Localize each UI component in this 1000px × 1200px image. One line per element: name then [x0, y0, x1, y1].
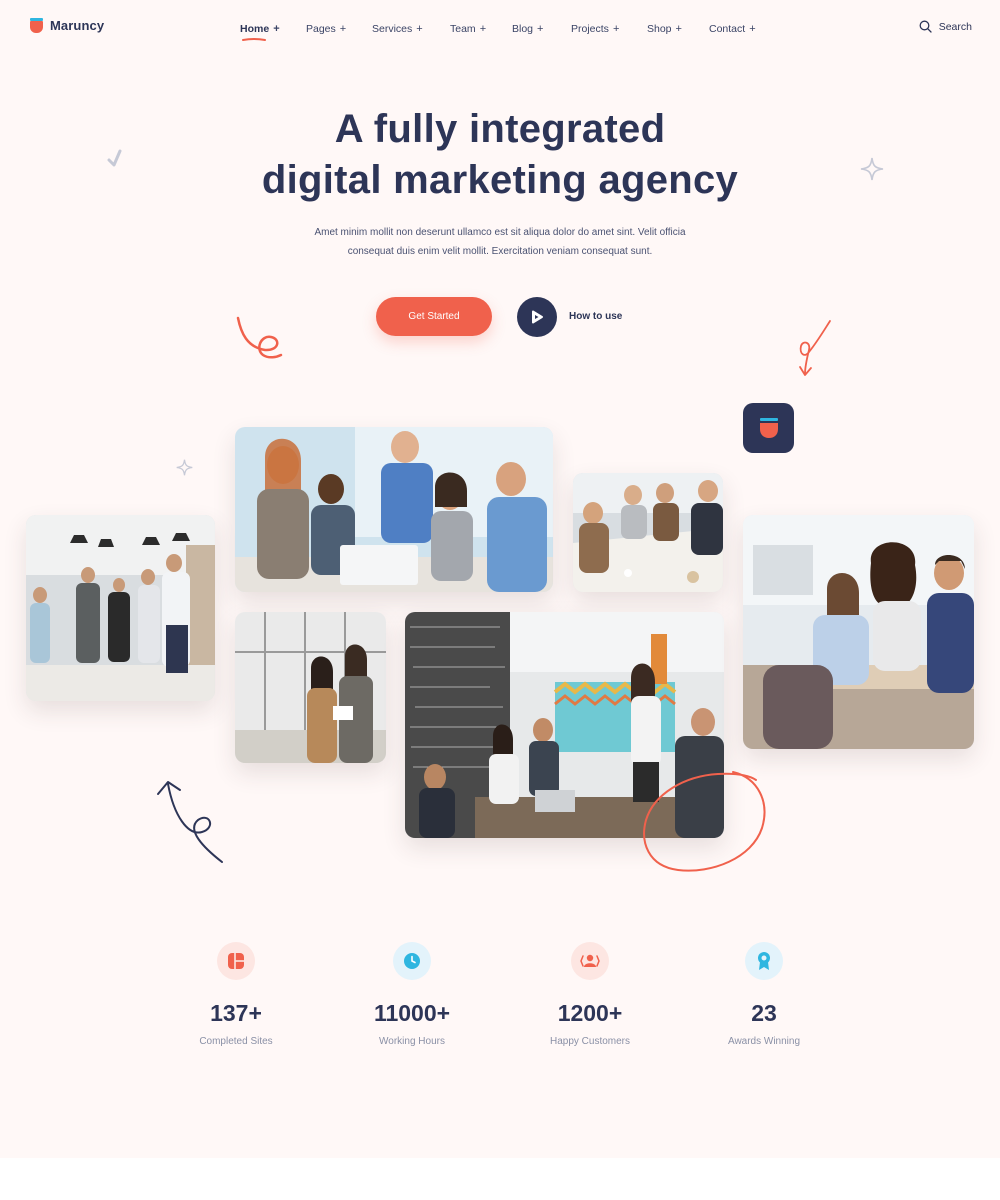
search-label: Search [938, 20, 972, 33]
nav-label: Projects [571, 23, 609, 35]
stat-label: Working Hours [379, 1036, 445, 1047]
nav-item-home[interactable]: Home + [240, 22, 280, 41]
colleagues-photo [235, 612, 386, 763]
nav-label: Services [372, 23, 413, 35]
team-discussion-image [235, 427, 553, 592]
logo-cup-icon [759, 418, 778, 438]
stat-label: Awards Winning [727, 1036, 801, 1047]
team-planning-image [743, 515, 974, 749]
team-meeting-photo [26, 515, 215, 701]
office-applause-image [26, 515, 215, 701]
swirl-doodle-icon [236, 316, 283, 359]
stat-working-hours: 11000+ Working Hours [332, 942, 492, 1047]
nav-item-shop[interactable]: Shop + [647, 22, 682, 36]
arrow-up-doodle-icon [157, 781, 223, 863]
hero-subtitle-line-1: Amet minim mollit non deserunt ullamco e… [314, 227, 686, 238]
arrow-loop-doodle-icon [799, 320, 831, 376]
plus-icon: + [416, 23, 423, 35]
stat-value: 137+ [210, 1000, 262, 1026]
highlight-circle-doodle-icon [643, 771, 766, 872]
plus-icon: + [749, 23, 756, 35]
hero-title-line-2: digital marketing agency [261, 158, 739, 202]
get-started-button[interactable]: Get Started [376, 297, 492, 336]
plus-icon: + [339, 23, 347, 35]
brand-name: Maruncy [50, 18, 105, 33]
stat-value: 1200+ [557, 1000, 623, 1026]
nav-label: Blog [512, 23, 534, 35]
stat-completed-sites: 137+ Completed Sites [156, 942, 316, 1047]
search-icon [919, 20, 932, 33]
hero-title: A fully integrated digital marketing age… [0, 104, 1000, 206]
stat-label: Completed Sites [199, 1036, 273, 1047]
business-meeting-image [573, 473, 723, 592]
clock-icon [393, 942, 431, 980]
nav-label: Pages [306, 23, 336, 35]
meeting-table-photo [573, 473, 723, 592]
how-to-use-link[interactable]: How to use [569, 311, 622, 322]
grid-icon [217, 942, 255, 980]
nav-item-projects[interactable]: Projects + [571, 22, 619, 36]
team-laptop-photo [235, 427, 553, 592]
stat-label: Happy Customers [549, 1036, 631, 1047]
plus-icon: + [537, 23, 544, 35]
plus-icon: + [479, 23, 487, 35]
brand-logo[interactable]: Maruncy [30, 18, 104, 33]
nav-item-contact[interactable]: Contact + [709, 22, 756, 36]
nav-label: Home [240, 23, 270, 35]
nav-label: Contact [709, 23, 746, 35]
nav-item-blog[interactable]: Blog + [512, 22, 543, 36]
colleagues-reviewing-image [235, 612, 386, 763]
stat-value: 11000+ [373, 1000, 451, 1026]
app-badge [743, 403, 794, 453]
plus-icon: + [675, 23, 682, 35]
plus-icon: + [612, 23, 620, 35]
award-icon [745, 942, 783, 980]
hero-title-line-1: A fully integrated [334, 107, 666, 151]
play-icon [532, 310, 543, 324]
nav-item-team[interactable]: Team + [450, 22, 486, 36]
plus-icon: + [273, 23, 280, 35]
logo-cup-icon [30, 18, 43, 33]
stat-happy-customers: 1200+ Happy Customers [510, 942, 670, 1047]
nav-item-services[interactable]: Services + [372, 22, 423, 36]
hero-subtitle: Amet minim mollit non deserunt ullamco e… [285, 223, 715, 261]
nav-label: Team [450, 23, 476, 35]
play-video-button[interactable] [517, 297, 557, 337]
nav-label: Shop [647, 23, 672, 35]
team-planning-photo [743, 515, 974, 749]
hero-subtitle-line-2: consequat duis enim velit mollit. Exerci… [347, 246, 653, 257]
search-button[interactable]: Search [919, 20, 972, 33]
stat-awards-winning: 23 Awards Winning [684, 942, 844, 1047]
customers-icon [571, 942, 609, 980]
active-underline [242, 38, 266, 41]
stat-value: 23 [751, 1000, 777, 1026]
small-sparkle-icon [176, 459, 193, 476]
nav-item-pages[interactable]: Pages + [306, 22, 346, 36]
page: Maruncy Home + Pages + Services + Team +… [0, 0, 1000, 1158]
